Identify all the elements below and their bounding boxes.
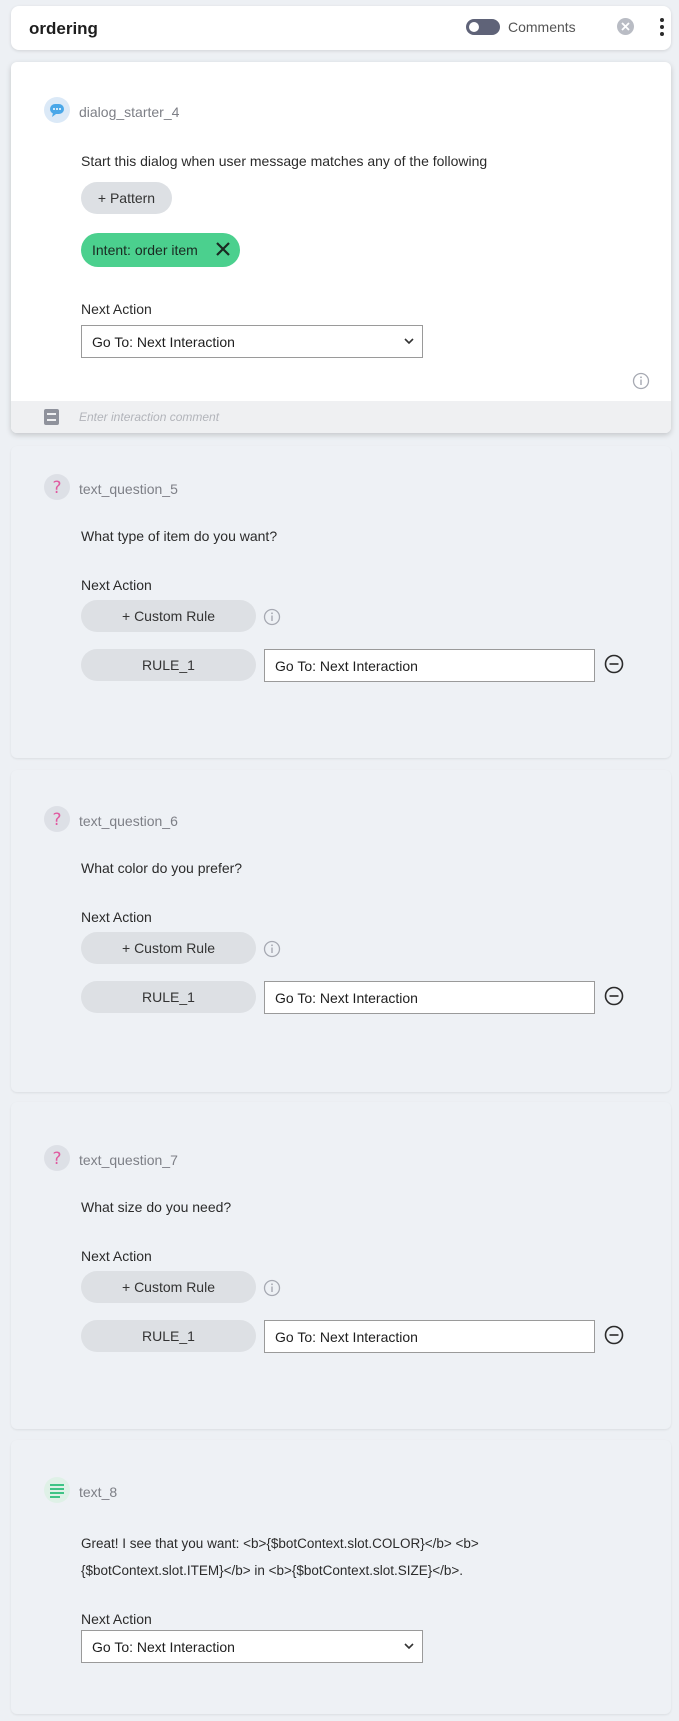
page-title: ordering <box>29 19 98 38</box>
next-action-select[interactable]: Go To: Next Interaction <box>81 325 423 358</box>
text-message-line-1: Great! I see that you want: <b>{$botCont… <box>81 1536 479 1551</box>
question-text: What type of item do you want? <box>81 528 278 544</box>
note-icon <box>44 409 59 427</box>
question-mark-icon: ? <box>44 806 70 832</box>
question-mark-icon: ? <box>44 1145 70 1171</box>
rule-goto-field[interactable]: Go To: Next Interaction <box>264 981 595 1014</box>
add-pattern-button[interactable]: + Pattern <box>81 182 172 214</box>
rule-label[interactable]: RULE_1 <box>81 1320 256 1352</box>
text-lines-icon <box>44 1477 70 1503</box>
minus-circle-icon[interactable] <box>604 986 624 1006</box>
dialog-starter-card[interactable]: dialog_starter_4 Start this dialog when … <box>11 62 671 433</box>
node-name: text_question_7 <box>79 1152 178 1168</box>
close-circle-icon[interactable] <box>617 18 634 35</box>
comments-label: Comments <box>508 19 576 35</box>
node-name: dialog_starter_4 <box>79 104 180 120</box>
more-vert-icon[interactable] <box>655 17 669 37</box>
question-card[interactable]: ? text_question_5 What type of item do y… <box>11 446 671 758</box>
question-mark-icon: ? <box>44 474 70 500</box>
info-icon[interactable] <box>632 372 650 390</box>
minus-circle-icon[interactable] <box>604 654 624 674</box>
chevron-down-icon <box>404 338 414 345</box>
intent-chip[interactable]: Intent: order item <box>81 233 240 267</box>
question-card[interactable]: ? text_question_6 What color do you pref… <box>11 770 671 1092</box>
rule-label[interactable]: RULE_1 <box>81 981 256 1013</box>
node-name: text_question_5 <box>79 481 178 497</box>
header-bar: ordering Comments <box>11 6 671 50</box>
info-icon[interactable] <box>263 608 281 626</box>
node-name: text_question_6 <box>79 813 178 829</box>
text-card[interactable]: text_8 Great! I see that you want: <b>{$… <box>11 1440 671 1714</box>
svg-text:?: ? <box>52 478 61 498</box>
info-icon[interactable] <box>263 940 281 958</box>
remove-intent-icon[interactable] <box>216 242 230 256</box>
minus-circle-icon[interactable] <box>604 1325 624 1345</box>
chevron-down-icon <box>404 1643 414 1650</box>
comments-toggle[interactable] <box>466 19 500 35</box>
question-card[interactable]: ? text_question_7 What size do you need?… <box>11 1102 671 1429</box>
next-action-select[interactable]: Go To: Next Interaction <box>81 1630 423 1663</box>
text-message-line-2: {$botContext.slot.ITEM}</b> in <b>{$botC… <box>81 1563 463 1578</box>
rule-label[interactable]: RULE_1 <box>81 649 256 681</box>
starter-description: Start this dialog when user message matc… <box>81 153 488 169</box>
next-action-value: Go To: Next Interaction <box>92 1638 235 1655</box>
toggle-knob <box>469 22 479 32</box>
rule-goto-field[interactable]: Go To: Next Interaction <box>264 649 595 682</box>
svg-text:?: ? <box>52 810 61 830</box>
next-action-label: Next Action <box>81 909 152 925</box>
intent-value: order item <box>134 242 198 258</box>
question-text: What color do you prefer? <box>81 860 243 876</box>
next-action-label: Next Action <box>81 577 152 593</box>
next-action-value: Go To: Next Interaction <box>92 333 235 350</box>
info-icon[interactable] <box>263 1279 281 1297</box>
question-text: What size do you need? <box>81 1199 232 1215</box>
chat-bubble-icon <box>44 97 70 123</box>
intent-label: Intent: <box>92 242 131 258</box>
next-action-label: Next Action <box>81 301 152 317</box>
comment-input[interactable]: Enter interaction comment <box>79 410 219 424</box>
next-action-label: Next Action <box>81 1248 152 1264</box>
add-custom-rule-button[interactable]: + Custom Rule <box>81 932 256 964</box>
comment-bar[interactable]: Enter interaction comment <box>11 401 671 433</box>
svg-text:?: ? <box>52 1149 61 1169</box>
rule-goto-field[interactable]: Go To: Next Interaction <box>264 1320 595 1353</box>
next-action-label: Next Action <box>81 1611 152 1627</box>
node-name: text_8 <box>79 1484 118 1500</box>
add-custom-rule-button[interactable]: + Custom Rule <box>81 600 256 632</box>
add-custom-rule-button[interactable]: + Custom Rule <box>81 1271 256 1303</box>
